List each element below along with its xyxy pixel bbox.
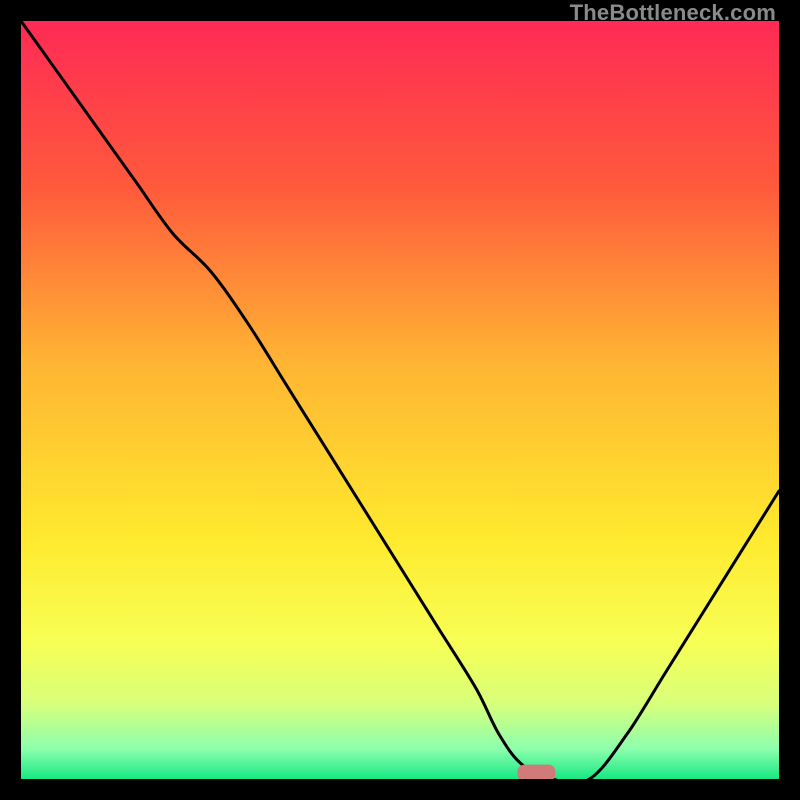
heat-background bbox=[21, 21, 779, 779]
watermark-text: TheBottleneck.com bbox=[570, 0, 776, 26]
chart-frame bbox=[21, 21, 779, 779]
bottleneck-chart bbox=[21, 21, 779, 779]
current-config-marker bbox=[517, 765, 555, 779]
